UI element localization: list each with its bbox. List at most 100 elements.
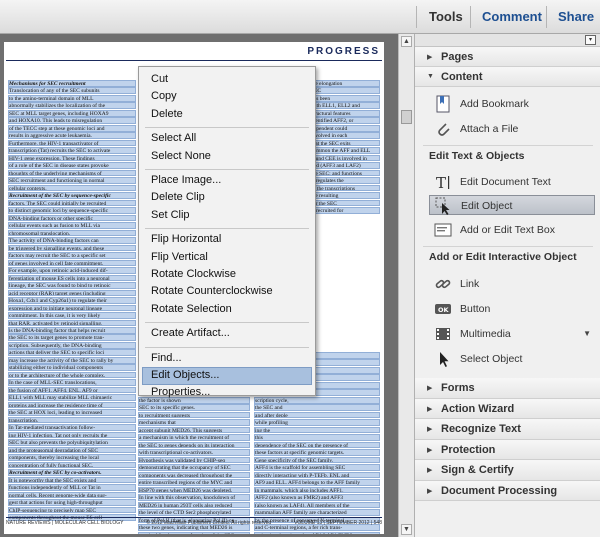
text-line[interactable]: Gene specificity of the SEC family. [254, 456, 380, 464]
text-line[interactable]: the resulting [310, 192, 380, 199]
text-line[interactable]: to recruitment suggests [138, 411, 250, 419]
text-line[interactable]: actions that deliver the SEC to specific… [8, 349, 136, 357]
edit-document-text-item[interactable]: T Edit Document Text [429, 172, 595, 192]
text-line[interactable]: dependence of the SEC on the presence of [254, 441, 380, 449]
text-line[interactable]: accept subunit MED26. This suggests [138, 426, 250, 434]
section-pages[interactable]: ▶ Pages [415, 47, 600, 67]
text-line[interactable]: of the transcriptions [310, 184, 380, 192]
menu-item-find[interactable]: Find... [151, 352, 182, 364]
text-column-1[interactable]: Mechanisms for SEC recruitment Translocat… [8, 80, 136, 522]
text-line[interactable]: that the SEC exits [310, 139, 380, 147]
text-line[interactable]: proteins and increase the residence time… [8, 401, 136, 409]
text-line[interactable]: Hypothesis was validated by CHIP-seq [138, 456, 250, 464]
text-line[interactable]: SEC to its specific genes. [138, 404, 250, 411]
text-line[interactable]: while profiling [254, 419, 380, 426]
text-line[interactable]: AFF4 is the scaffold for assembling SEC [254, 464, 380, 471]
text-line[interactable]: these factors at specific genomic target… [254, 449, 380, 456]
section-protection[interactable]: ▶ Protection [415, 439, 600, 460]
text-line[interactable]: (also known as LAF4). All members of the [254, 501, 380, 509]
menu-item-copy[interactable]: Copy [151, 90, 177, 102]
multimedia-item[interactable]: Multimedia ▼ [429, 324, 595, 344]
text-line[interactable]: this [254, 434, 380, 441]
text-line[interactable]: transcription (Tat) recruits the SEC to … [8, 147, 136, 154]
text-line[interactable]: ferentiation of mouse ES cells into a ne… [8, 274, 136, 282]
menu-item-rotate-selection[interactable]: Rotate Selection [151, 303, 232, 315]
menu-item-flip-vertical[interactable]: Flip Vertical [151, 251, 208, 263]
text-line[interactable]: SEC but also prevents the polyubiquityla… [8, 439, 136, 446]
text-line[interactable]: that RAR, activated by retinoid signalli… [8, 319, 136, 327]
text-line[interactable]: is recruited for [310, 207, 380, 214]
menu-item-rotate-counterclockwise[interactable]: Rotate Counterclockwise [151, 285, 273, 297]
text-line[interactable]: scription cycle, [254, 396, 380, 404]
add-bookmark-item[interactable]: Add Bookmark [429, 94, 595, 114]
text-line[interactable]: mammalian AFF family are characterized [254, 509, 380, 516]
scroll-thumb[interactable] [401, 110, 412, 124]
text-line[interactable]: normal cells. Recent genome-wide data su… [8, 491, 136, 499]
text-line[interactable]: and (AFF3 and LAF2) [310, 162, 380, 169]
vertical-scrollbar[interactable]: ▲ ▼ [398, 34, 414, 537]
text-line[interactable]: for the SEC [310, 199, 380, 207]
text-line[interactable]: cellular events such as fusion to MLL vi… [8, 222, 136, 229]
text-line[interactable]: a mechanism in which the recruitment of [138, 434, 250, 441]
text-line[interactable]: AF9 and ELL. AFF4 belongs to the AFF fam… [254, 479, 380, 486]
text-line[interactable]: components, thereby increasing the local [8, 454, 136, 461]
menu-item-set-clip[interactable]: Set Clip [151, 209, 190, 221]
text-line[interactable]: In line with this observation, knockdown… [138, 494, 250, 501]
section-action-wizard[interactable]: ▶ Action Wizard [415, 398, 600, 419]
text-line[interactable]: found CEE is involved in [310, 154, 380, 162]
text-line[interactable]: SEC recruitment and functioning in norma… [8, 177, 136, 184]
text-line[interactable]: factors may recruit the SEC to a specifi… [8, 252, 136, 259]
text-line[interactable]: commitment. In this case, it is very lik… [8, 312, 136, 319]
text-line[interactable]: ELL1 with MLL may stabilize MLL chimaeri… [8, 394, 136, 401]
menu-item-rotate-clockwise[interactable]: Rotate Clockwise [151, 268, 236, 280]
text-line[interactable]: the level of the CTD Ser2 phosphorylated [138, 509, 250, 516]
text-line[interactable]: SEC [310, 87, 380, 95]
text-line[interactable]: gest that actions for using high-through… [8, 499, 136, 506]
text-line[interactable]: with transcriptional co-activators. [138, 449, 250, 456]
text-line[interactable]: to distinct genomic loci by sequence-spe… [8, 207, 136, 214]
text-line[interactable]: concentration of fully functional SEC. [8, 461, 136, 469]
text-line[interactable]: mechanisms that [138, 419, 250, 426]
text-line[interactable]: the SEC to genes depends on its interact… [138, 441, 250, 449]
text-line[interactable]: HSP70 genes when MED26 was depleted. [138, 486, 250, 494]
section-forms[interactable]: ▶ Forms [415, 378, 600, 399]
text-line[interactable]: has been [310, 94, 380, 102]
panel-options-icon[interactable]: ▾ [585, 35, 596, 45]
add-edit-textbox-item[interactable]: Add or Edit Text Box [429, 220, 595, 240]
scroll-up-icon[interactable]: ▲ [401, 36, 412, 47]
text-line[interactable]: SEC at MLL target genes, including HOXA9 [8, 109, 136, 117]
text-line[interactable]: of a role of the SEC in disease states p… [8, 162, 136, 169]
text-line[interactable]: with ELL1, ELL2 and [310, 102, 380, 110]
text-line[interactable]: in mammals, which also includes AFF1, [254, 486, 380, 494]
text-line[interactable]: Furthermore, the HIV-1 transactivator of [8, 139, 136, 147]
button-item[interactable]: OK Button [429, 299, 595, 319]
text-line[interactable]: functions independently of MLL or Tat in [8, 484, 136, 491]
text-line[interactable]: MED26 in human 293T cells also reduced [138, 501, 250, 509]
text-line[interactable]: identified AFF2, or [310, 117, 380, 125]
text-line[interactable]: thoughts of the underlying mechanisms of [8, 169, 136, 177]
menu-item-delete-clip[interactable]: Delete Clip [151, 191, 205, 203]
text-line[interactable]: the SEC; and functions [310, 169, 380, 177]
text-line[interactable]: and HOXA10. This leads to misregulation [8, 117, 136, 125]
text-line[interactable]: acid receptor (RAR) target genes (includ… [8, 289, 136, 297]
menu-item-create-artifact[interactable]: Create Artifact... [151, 327, 230, 339]
menu-item-delete[interactable]: Delete [151, 108, 183, 120]
text-line[interactable]: For example, upon retinoic acid-induced … [8, 267, 136, 274]
text-line[interactable]: Recruitment of the SEC by co-activators. [8, 469, 136, 476]
dropdown-arrow-icon[interactable]: ▼ [583, 329, 591, 338]
text-line[interactable]: is the DNA-binding factor that helps rec… [8, 326, 136, 334]
text-line[interactable]: and the proteasomal degradation of SEC [8, 446, 136, 454]
text-line[interactable]: abnormally stabilizes the localization o… [8, 102, 136, 110]
text-line[interactable]: Recruitment of the SEC by sequence-speci… [8, 192, 136, 199]
text-line[interactable]: entire transcribed regions of the MYC an… [138, 479, 250, 486]
text-line[interactable]: results in aggressive acute leukaemia. [8, 132, 136, 139]
text-line[interactable]: be triggered by signalling events, and t… [8, 244, 136, 252]
text-line[interactable]: activation domain and an AF4-LAF4-FMR2 [254, 531, 380, 534]
text-line[interactable]: common the AFF and ELL [310, 147, 380, 154]
link-item[interactable]: Link [429, 274, 595, 294]
menu-item-place-image[interactable]: Place Image... [151, 174, 221, 186]
text-line[interactable]: dependent could [310, 124, 380, 132]
share-button[interactable]: Share [558, 9, 594, 24]
text-line[interactable]: expression and to initiate neuronal line… [8, 304, 136, 312]
text-line[interactable]: DNA-binding factors or other specific [8, 214, 136, 222]
